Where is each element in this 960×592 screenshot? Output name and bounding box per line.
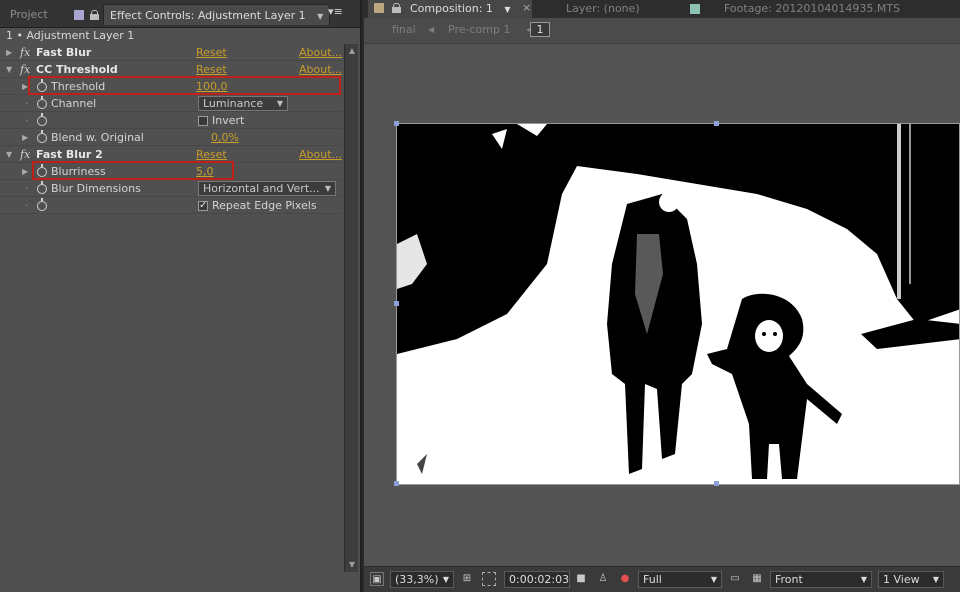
scroll-down-icon[interactable]: ▼ <box>345 558 359 572</box>
layer-color-swatch <box>74 10 84 20</box>
property-row-threshold[interactable]: ▶ Threshold 100,0 <box>0 76 342 95</box>
property-label: Blend w. Original <box>51 131 144 144</box>
chevron-down-icon: ▼ <box>442 575 449 584</box>
effect-controls-panel: Project Effect Controls: Adjustment Laye… <box>0 0 362 592</box>
title-action-safe-icon[interactable]: ⊞ <box>460 572 474 586</box>
tab-dropdown-chevron-icon[interactable]: ▼ <box>317 12 323 21</box>
expand-triangle-icon[interactable]: ▶ <box>22 129 28 146</box>
collapse-triangle-icon[interactable]: ▼ <box>6 146 12 163</box>
composition-panel: Composition: 1 ▼ × Layer: (none) Footage… <box>364 0 960 592</box>
tab-project[interactable]: Project <box>4 4 54 25</box>
fx-icon[interactable]: fx <box>20 44 30 61</box>
region-of-interest-icon[interactable]: ▭ <box>728 572 742 586</box>
composition-viewer[interactable] <box>396 123 960 485</box>
invert-checkbox[interactable] <box>198 116 208 126</box>
chevron-down-icon: ▼ <box>860 575 867 584</box>
property-row-channel[interactable]: · Channel Luminance ▼ <box>0 95 342 112</box>
viewer-status-bar: ▣ (33,3%) ▼ ⊞ 0:00:02:03 ■ ♙ ● Full ▼ ▭ ▦ … <box>364 566 960 592</box>
property-row-blend[interactable]: ▶ Blend w. Original 0,0% <box>0 129 342 146</box>
tab-composition[interactable]: Composition: 1 ▼ <box>368 0 532 18</box>
breadcrumb-arrow-icon: ◀ <box>428 25 435 34</box>
lock-icon[interactable] <box>90 10 99 20</box>
tab-effect-controls[interactable]: Effect Controls: Adjustment Layer 1 ▼ <box>103 4 331 25</box>
transparency-grid-icon[interactable]: ▦ <box>750 572 764 586</box>
reset-link[interactable]: Reset <box>196 44 227 61</box>
about-link[interactable]: About... <box>299 146 342 163</box>
stopwatch-icon[interactable] <box>37 96 47 109</box>
layer-handle[interactable] <box>714 481 719 486</box>
right-tab-bar: Composition: 1 ▼ × Layer: (none) Footage… <box>364 0 960 18</box>
property-label: Blur Dimensions <box>51 182 141 195</box>
fx-icon[interactable]: fx <box>20 146 30 163</box>
view-layout-dropdown[interactable]: 1 View ▼ <box>878 571 944 588</box>
always-preview-icon[interactable]: ▣ <box>370 572 384 586</box>
color-channels-icon[interactable]: ● <box>618 572 632 586</box>
blend-value[interactable]: 0,0% <box>211 129 239 146</box>
layer-handle[interactable] <box>394 301 399 306</box>
snapshot-camera-icon[interactable]: ■ <box>574 572 588 586</box>
3d-view-dropdown[interactable]: Front ▼ <box>770 571 872 588</box>
tab-dropdown-chevron-icon[interactable]: ▼ <box>504 5 510 14</box>
stopwatch-icon[interactable] <box>37 113 47 126</box>
effect-row-fast-blur[interactable]: ▶ fx Fast Blur Reset About... <box>0 44 342 61</box>
property-row-blur-dimensions[interactable]: · Blur Dimensions Horizontal and Vert...… <box>0 180 342 197</box>
current-time-display[interactable]: 0:00:02:03 <box>504 571 570 588</box>
layer-label: 1 • Adjustment Layer 1 <box>6 29 135 42</box>
collapse-triangle-icon[interactable]: ▼ <box>6 61 12 78</box>
close-tab-icon[interactable]: × <box>522 1 531 14</box>
footage-color-swatch <box>690 4 700 14</box>
chevron-down-icon: ▼ <box>710 575 717 584</box>
checkbox-label: Repeat Edge Pixels <box>212 199 317 212</box>
flowchart-breadcrumb: final ◀ Pre-comp 1 ◀ 1 <box>364 18 960 44</box>
lock-icon[interactable] <box>391 3 401 13</box>
blur-dimensions-dropdown[interactable]: Horizontal and Vert... ▼ <box>198 181 336 196</box>
channel-dropdown[interactable]: Luminance ▼ <box>198 96 288 111</box>
threshold-frame-image <box>397 124 959 484</box>
property-label: Channel <box>51 97 97 110</box>
mask-visibility-icon[interactable] <box>482 572 496 586</box>
show-snapshot-icon[interactable]: ♙ <box>596 572 610 586</box>
layer-handle[interactable] <box>714 121 719 126</box>
property-row-invert[interactable]: · Invert <box>0 112 342 129</box>
stopwatch-icon[interactable] <box>37 130 47 143</box>
effects-list: ▶ fx Fast Blur Reset About... ▼ fx CC Th… <box>0 44 342 214</box>
scroll-up-icon[interactable]: ▲ <box>345 44 359 58</box>
about-link[interactable]: About... <box>299 44 342 61</box>
zoom-dropdown[interactable]: (33,3%) ▼ <box>390 571 454 588</box>
breadcrumb-current[interactable]: 1 <box>530 22 550 37</box>
resolution-dropdown[interactable]: Full ▼ <box>638 571 722 588</box>
highlight-box <box>32 161 234 180</box>
chevron-down-icon: ▼ <box>324 184 331 193</box>
layer-handle[interactable] <box>394 481 399 486</box>
expand-triangle-icon[interactable]: ▶ <box>6 44 12 61</box>
left-tab-bar: Project Effect Controls: Adjustment Laye… <box>0 0 360 28</box>
stopwatch-icon[interactable] <box>37 198 47 211</box>
effects-scrollbar[interactable]: ▲ ▼ <box>344 44 358 572</box>
layer-handle[interactable] <box>394 121 399 126</box>
highlight-box <box>28 76 341 95</box>
checkbox-label: Invert <box>212 114 245 127</box>
breadcrumb-item[interactable]: final <box>392 23 416 36</box>
tab-footage[interactable]: Footage: 20120104014935.MTS <box>718 0 906 18</box>
comp-color-swatch <box>374 3 384 13</box>
tab-layer[interactable]: Layer: (none) <box>560 0 646 18</box>
property-row-blurriness[interactable]: ▶ Blurriness 5,0 <box>0 161 342 180</box>
stopwatch-icon[interactable] <box>37 181 47 194</box>
effect-name: Fast Blur <box>36 46 92 59</box>
repeat-edge-checkbox[interactable]: ✓ <box>198 201 208 211</box>
breadcrumb-item[interactable]: Pre-comp 1 <box>448 23 510 36</box>
chevron-down-icon: ▼ <box>932 575 939 584</box>
panel-menu-icon[interactable]: ▾≡ <box>328 6 343 17</box>
expand-triangle-icon[interactable]: ▶ <box>22 163 28 180</box>
chevron-down-icon: ▼ <box>276 99 283 108</box>
property-row-repeat-edge[interactable]: · ✓ Repeat Edge Pixels <box>0 197 342 214</box>
